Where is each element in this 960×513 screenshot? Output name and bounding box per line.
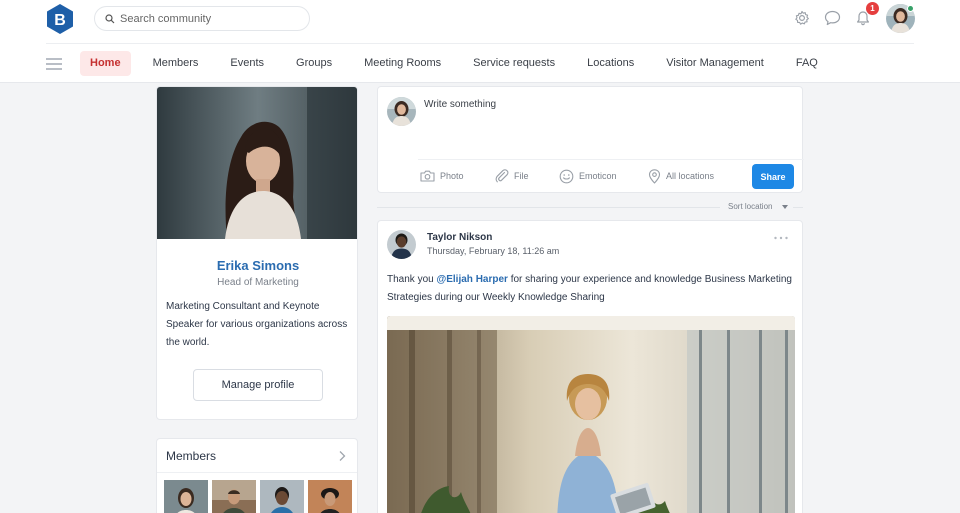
- search-input[interactable]: [120, 12, 300, 25]
- post-image[interactable]: [387, 316, 795, 513]
- profile-bio: Marketing Consultant and Keynote Speaker…: [166, 301, 348, 348]
- share-button[interactable]: Share: [752, 164, 794, 189]
- post-input[interactable]: [424, 99, 784, 110]
- search-icon: [105, 13, 115, 23]
- gear-icon[interactable]: [794, 10, 810, 26]
- nav-visitor-management[interactable]: Visitor Management: [656, 51, 774, 76]
- file-button[interactable]: File: [495, 168, 529, 184]
- logo-letter: B: [54, 12, 66, 29]
- post-author-avatar[interactable]: [387, 230, 416, 259]
- post-text-start: Thank you: [387, 274, 437, 285]
- nav-service-requests[interactable]: Service requests: [463, 51, 565, 76]
- manage-profile-button[interactable]: Manage profile: [193, 369, 323, 401]
- emoticon-button[interactable]: Emoticon: [559, 168, 617, 184]
- nav-members[interactable]: Members: [143, 51, 209, 76]
- profile-name[interactable]: Erika Simons: [157, 258, 357, 273]
- post-composer: Photo File Emoticon All locations Share: [377, 86, 804, 193]
- members-card: Members: [156, 438, 358, 513]
- nav-events[interactable]: Events: [220, 51, 274, 76]
- caret-down-icon[interactable]: [782, 205, 788, 209]
- sort-row: Sort location: [377, 201, 803, 213]
- members-divider: [157, 472, 357, 473]
- online-status-dot: [907, 5, 914, 12]
- sort-divider: [793, 207, 803, 208]
- sort-location-dropdown[interactable]: Sort location: [728, 202, 772, 211]
- feed-post: Taylor Nikson Thursday, February 18, 11:…: [377, 220, 803, 513]
- nav-home[interactable]: Home: [80, 51, 131, 76]
- file-label: File: [514, 171, 529, 181]
- chat-bubble-icon[interactable]: [824, 10, 841, 26]
- member-thumbnail[interactable]: [308, 480, 352, 513]
- emoticon-label: Emoticon: [579, 171, 617, 181]
- member-thumbnail[interactable]: [212, 480, 256, 513]
- more-options-icon[interactable]: [773, 235, 789, 241]
- app-logo[interactable]: B: [46, 4, 74, 34]
- all-locations-button[interactable]: All locations: [648, 168, 714, 184]
- location-pin-icon: [648, 168, 661, 184]
- post-body: Thank you @Elijah Harper for sharing you…: [387, 271, 793, 307]
- photo-button[interactable]: Photo: [420, 168, 464, 184]
- search-box[interactable]: [94, 6, 310, 31]
- composer-divider: [418, 159, 804, 160]
- top-bar: B 1 Home Members Events: [0, 0, 960, 83]
- composer-avatar: [387, 97, 416, 126]
- profile-cover-photo: [157, 87, 357, 239]
- chevron-right-icon[interactable]: [337, 450, 347, 462]
- topbar-divider: [46, 43, 914, 44]
- notification-badge: 1: [866, 2, 879, 15]
- nav-groups[interactable]: Groups: [286, 51, 342, 76]
- post-author-name[interactable]: Taylor Nikson: [427, 232, 492, 243]
- smiley-icon: [559, 169, 574, 183]
- paperclip-icon: [495, 169, 509, 183]
- nav-meeting-rooms[interactable]: Meeting Rooms: [354, 51, 451, 76]
- profile-role: Head of Marketing: [217, 277, 299, 288]
- profile-card: Erika Simons Head of Marketing Marketing…: [156, 86, 358, 420]
- post-timestamp: Thursday, February 18, 11:26 am: [427, 246, 560, 256]
- members-title: Members: [166, 449, 217, 463]
- sort-divider: [377, 207, 720, 208]
- photo-label: Photo: [440, 171, 464, 181]
- all-locations-label: All locations: [666, 171, 715, 181]
- camera-icon: [420, 170, 435, 182]
- nav-faq[interactable]: FAQ: [786, 51, 828, 76]
- mention-link[interactable]: @Elijah Harper: [436, 274, 507, 285]
- main-nav: Home Members Events Groups Meeting Rooms…: [80, 51, 828, 76]
- member-thumbnail[interactable]: [260, 480, 304, 513]
- nav-locations[interactable]: Locations: [577, 51, 644, 76]
- member-thumbnail[interactable]: [164, 480, 208, 513]
- menu-icon[interactable]: [46, 58, 62, 70]
